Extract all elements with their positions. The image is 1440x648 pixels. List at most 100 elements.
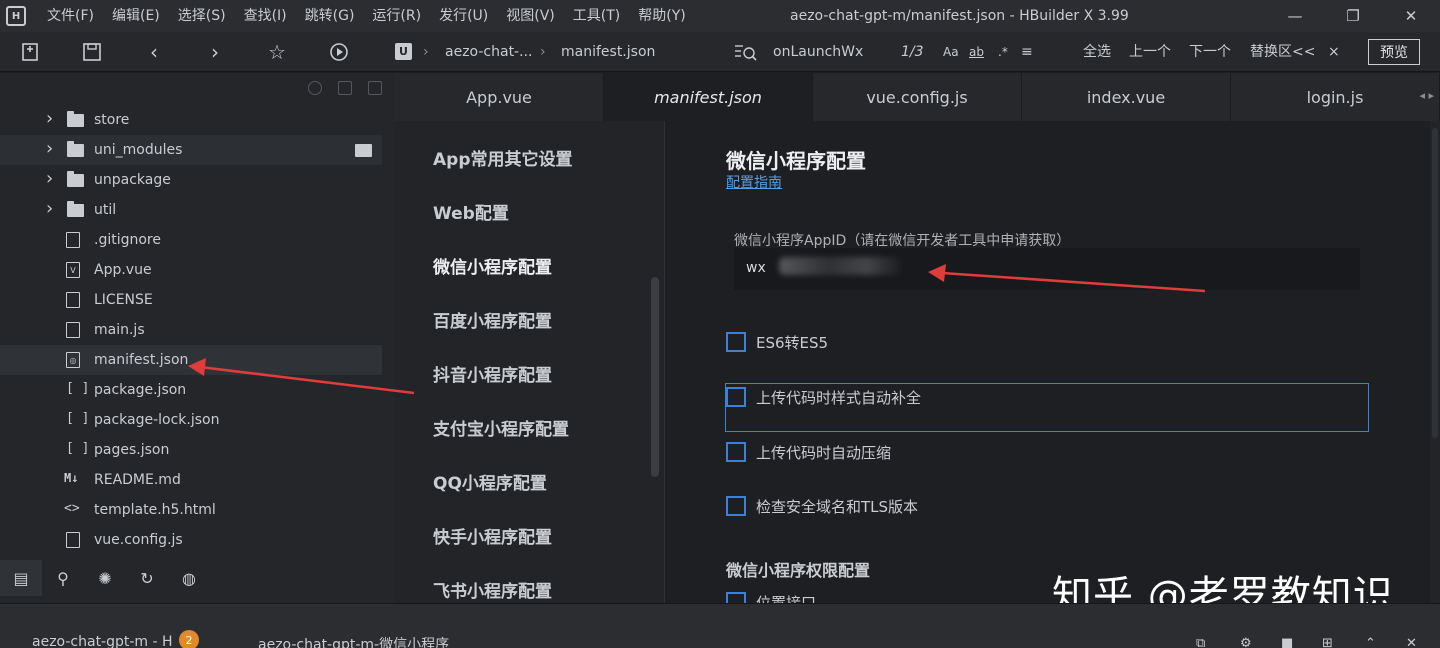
search-input[interactable]: onLaunchWx	[773, 32, 863, 72]
tree-item-pages-json[interactable]: [ ] pages.json	[0, 435, 382, 465]
debug-icon[interactable]: ✺	[84, 560, 126, 596]
menu-select[interactable]: 选择(S)	[169, 0, 235, 32]
tab-index-vue[interactable]: index.vue	[1022, 73, 1231, 121]
guide-link[interactable]: 配置指南	[726, 172, 782, 192]
tab-manifest-json[interactable]: manifest.json	[604, 73, 813, 121]
appid-label: 微信小程序AppID（请在微信开发者工具中申请获取）	[734, 233, 1071, 249]
checkbox-box[interactable]	[726, 592, 746, 603]
forward-icon[interactable]: ›	[201, 38, 229, 66]
copy-icon[interactable]: ⧉	[1196, 636, 1205, 648]
menu-publish[interactable]: 发行(U)	[430, 0, 497, 32]
nav-douyin[interactable]: 抖音小程序配置	[433, 361, 552, 386]
back-icon[interactable]: ‹	[140, 38, 168, 66]
prev-match-button[interactable]: 上一个	[1129, 32, 1171, 72]
explorer-icon[interactable]: ▤	[0, 560, 42, 596]
menu-edit[interactable]: 编辑(E)	[103, 0, 169, 32]
regex-toggle[interactable]: .*	[998, 32, 1008, 72]
chevron-right-icon[interactable]: ›	[46, 108, 53, 129]
find-icon[interactable]	[733, 41, 759, 67]
nav-app-other[interactable]: App常用其它设置	[433, 145, 573, 170]
checkbox-minify[interactable]: 上传代码时自动压缩	[726, 437, 891, 467]
tree-item-unpackage[interactable]: › unpackage	[0, 165, 382, 195]
stop-icon[interactable]: ■	[1281, 636, 1293, 648]
whole-word-toggle[interactable]: ab	[969, 32, 984, 72]
menu-bar: 文件(F) 编辑(E) 选择(S) 查找(I) 跳转(G) 运行(R) 发行(U…	[38, 0, 695, 32]
checkbox-location[interactable]: 位置接口	[726, 587, 816, 603]
checkbox-box[interactable]	[726, 332, 746, 352]
menu-run[interactable]: 运行(R)	[363, 0, 430, 32]
breadcrumb-project[interactable]: aezo-chat-...	[445, 32, 532, 72]
content-scrollbar[interactable]	[1432, 128, 1438, 438]
tree-item-uni-modules[interactable]: › uni_modules	[0, 135, 382, 165]
checkbox-box[interactable]	[726, 387, 746, 407]
nav-alipay[interactable]: 支付宝小程序配置	[433, 415, 569, 440]
menu-lines-icon[interactable]: ≡	[1021, 32, 1033, 72]
add-icon[interactable]: ⊞	[1322, 636, 1333, 648]
nav-baidu[interactable]: 百度小程序配置	[433, 307, 552, 332]
tree-item-readme-md[interactable]: M↓ README.md	[0, 465, 382, 495]
tree-item-license[interactable]: LICENSE	[0, 285, 382, 315]
tab-login-js[interactable]: login.js	[1231, 73, 1440, 121]
menu-file[interactable]: 文件(F)	[38, 0, 103, 32]
save-icon[interactable]	[78, 38, 106, 66]
new-folder-icon[interactable]	[355, 144, 372, 157]
tab-scroll-arrows-icon[interactable]: ◂ ▸	[1419, 89, 1434, 102]
checkbox-box[interactable]	[726, 442, 746, 462]
nav-weixin[interactable]: 微信小程序配置	[433, 253, 552, 278]
new-file-icon[interactable]	[16, 38, 44, 66]
menu-view[interactable]: 视图(V)	[497, 0, 564, 32]
nav-web[interactable]: Web配置	[433, 199, 509, 224]
run-icon[interactable]	[325, 38, 353, 66]
chevron-right-icon[interactable]: ›	[46, 198, 53, 219]
checkbox-postcss[interactable]: 上传代码时样式自动补全	[726, 382, 921, 412]
star-icon[interactable]: ☆	[263, 38, 291, 66]
chevron-right-icon[interactable]: ›	[46, 138, 53, 159]
chevron-right-icon[interactable]: ›	[46, 168, 53, 189]
tree-item-gitignore[interactable]: .gitignore	[0, 225, 382, 255]
tab-vue-config-js[interactable]: vue.config.js	[813, 73, 1022, 121]
select-all-button[interactable]: 全选	[1083, 32, 1111, 72]
menu-find[interactable]: 查找(I)	[235, 0, 296, 32]
settings-icon[interactable]: ⚙	[1240, 636, 1252, 648]
menu-help[interactable]: 帮助(Y)	[629, 0, 694, 32]
git-icon[interactable]: ↻	[126, 560, 168, 596]
close-find-icon[interactable]: ×	[1328, 32, 1340, 72]
menu-goto[interactable]: 跳转(G)	[296, 0, 364, 32]
tree-item-util[interactable]: › util	[0, 195, 382, 225]
close-console-icon[interactable]: ✕	[1406, 636, 1417, 648]
binoculars-icon[interactable]: ⚲	[42, 560, 84, 596]
nav-feishu[interactable]: 飞书小程序配置	[433, 577, 552, 602]
nav-scrollbar[interactable]	[651, 277, 659, 477]
tree-item-package-lock-json[interactable]: [ ] package-lock.json	[0, 405, 382, 435]
breadcrumb-file[interactable]: manifest.json	[561, 32, 655, 72]
restore-icon[interactable]: ❐	[1324, 0, 1382, 32]
tree-item-main-js[interactable]: main.js	[0, 315, 382, 345]
refresh-icon[interactable]	[308, 81, 322, 95]
network-icon[interactable]: ◍	[168, 560, 210, 596]
tab-app-vue[interactable]: App.vue	[395, 73, 604, 121]
nav-qq[interactable]: QQ小程序配置	[433, 469, 547, 494]
replace-toggle-button[interactable]: 替换区<<	[1250, 32, 1315, 72]
tree-item-template-h5-html[interactable]: <> template.h5.html	[0, 495, 382, 525]
menu-tools[interactable]: 工具(T)	[564, 0, 629, 32]
tree-item-package-json[interactable]: [ ] package.json	[0, 375, 382, 405]
close-window-icon[interactable]: ✕	[1382, 0, 1440, 32]
match-case-toggle[interactable]: Aa	[943, 32, 959, 72]
checkbox-box[interactable]	[726, 496, 746, 516]
nav-kuaishou[interactable]: 快手小程序配置	[433, 523, 552, 548]
tree-item-app-vue[interactable]: V App.vue	[0, 255, 382, 285]
tree-item-store[interactable]: › store	[0, 105, 382, 135]
checkbox-es6[interactable]: ES6转ES5	[726, 327, 828, 357]
console-tab-weixin[interactable]: aezo-chat-gpt-m-微信小程序	[258, 634, 449, 648]
more-icon[interactable]	[368, 81, 382, 95]
collapse-icon[interactable]	[338, 81, 352, 95]
tree-item-manifest-json[interactable]: ◎ manifest.json	[0, 345, 382, 375]
tree-item-label: manifest.json	[94, 352, 189, 368]
preview-button[interactable]: 预览	[1368, 39, 1420, 65]
console-tab-h5[interactable]: aezo-chat-gpt-m - H	[32, 634, 173, 648]
minimize-icon[interactable]: —	[1266, 0, 1324, 32]
next-match-button[interactable]: 下一个	[1189, 32, 1231, 72]
checkbox-url-check[interactable]: 检查安全域名和TLS版本	[726, 491, 918, 521]
collapse-up-icon[interactable]: ⌃	[1365, 636, 1376, 648]
tree-item-vue-config-js[interactable]: vue.config.js	[0, 525, 382, 555]
